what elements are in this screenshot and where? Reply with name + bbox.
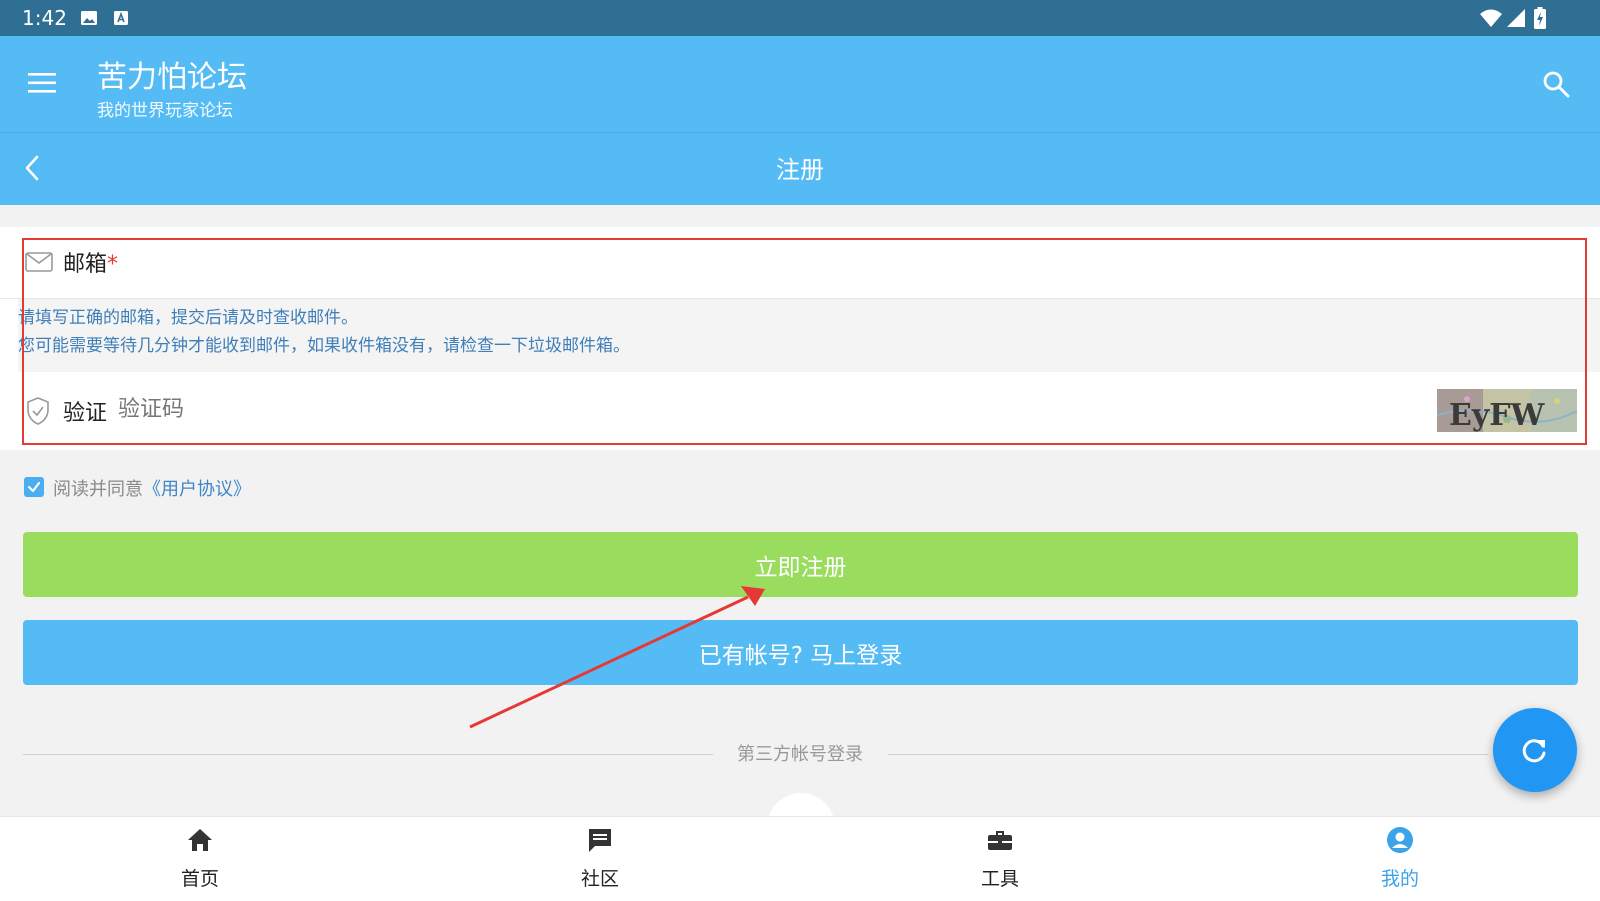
status-bar [0,0,1600,36]
nav-community[interactable]: 社区 [520,816,680,900]
home-icon [188,829,212,851]
login-button[interactable]: 已有帐号? 马上登录 [23,620,1578,685]
search-icon[interactable] [1542,70,1570,98]
nav-profile-label: 我的 [1380,868,1419,890]
nav-community-label: 社区 [580,868,619,890]
menu-icon[interactable] [28,72,56,94]
agreement-label: 阅读并同意《用户协议》 [53,475,251,501]
third-party-label: 第三方帐号登录 [737,744,863,765]
divider-right [888,754,1488,755]
nav-tools-label: 工具 [980,868,1019,890]
refresh-button[interactable] [1493,708,1577,792]
page-title: 注册 [776,156,824,184]
wifi-icon [1480,9,1502,27]
text-a-icon [114,11,128,25]
account-icon [1387,827,1413,853]
chat-icon [589,829,611,852]
battery-icon [1534,7,1546,29]
agreement-text: 阅读并同意 [53,479,143,500]
refresh-icon [1522,739,1546,763]
signal-icon [1507,9,1525,27]
register-button[interactable]: 立即注册 [23,532,1578,597]
divider-left [23,754,713,755]
agreement-checkbox[interactable] [24,477,44,497]
annotation-highlight-box [22,238,1587,445]
user-agreement-link[interactable]: 《用户协议》 [143,479,251,500]
image-icon [81,11,97,25]
status-time: 1:42 [22,6,67,30]
app-subtitle: 我的世界玩家论坛 [97,101,233,121]
nav-home-label: 首页 [180,868,219,890]
nav-profile[interactable]: 我的 [1320,816,1480,900]
app-title: 苦力怕论坛 [97,60,247,95]
nav-tools[interactable]: 工具 [920,816,1080,900]
toolbox-icon [988,831,1012,850]
nav-home[interactable]: 首页 [120,816,280,900]
